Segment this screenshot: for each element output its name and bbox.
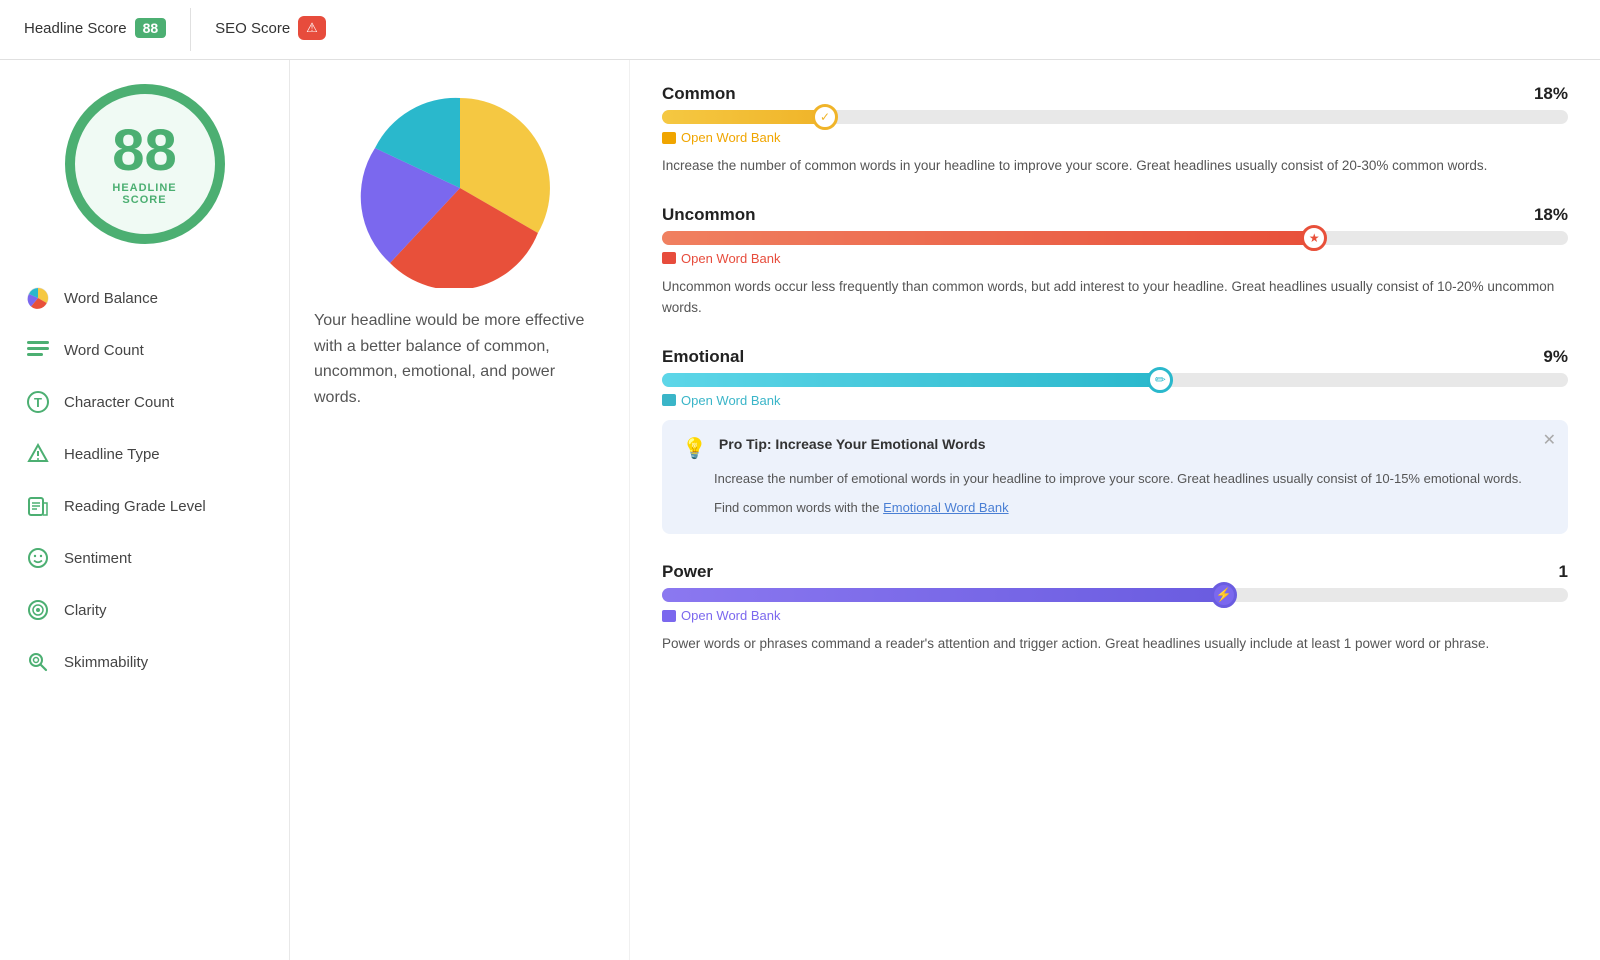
score-circle-container: 88 HEADLINESCORE	[0, 84, 289, 244]
emotional-title: Emotional	[662, 347, 744, 367]
pro-tip-link-text: Find common words with the Emotional Wor…	[714, 498, 1548, 519]
common-progress-bar: ✓	[662, 110, 1568, 124]
common-pct: 18%	[1534, 84, 1568, 104]
sidebar-label-word-balance: Word Balance	[64, 290, 158, 307]
word-section-power: Power 1 ⚡ Open Word Bank Power words or …	[662, 562, 1568, 655]
common-progress-thumb: ✓	[812, 104, 838, 130]
common-word-bank-link[interactable]: Open Word Bank	[662, 130, 1568, 145]
pro-tip-icon: 💡	[682, 436, 707, 461]
sidebar: 88 HEADLINESCORE Word Balance	[0, 60, 290, 960]
common-progress-fill	[662, 110, 825, 124]
power-bank-icon	[662, 610, 676, 622]
common-header: Common 18%	[662, 84, 1568, 104]
emotional-progress-thumb: ✏	[1147, 367, 1173, 393]
emotional-bank-label: Open Word Bank	[681, 393, 780, 408]
uncommon-description: Uncommon words occur less frequently tha…	[662, 276, 1568, 319]
emotional-progress-fill	[662, 373, 1160, 387]
pro-tip-body-text: Increase the number of emotional words i…	[714, 469, 1548, 490]
character-count-icon: T	[24, 388, 52, 416]
power-progress-thumb: ⚡	[1211, 582, 1237, 608]
tab-headline-label: Headline Score	[24, 20, 127, 37]
sidebar-item-skimmability[interactable]: Skimmability	[0, 636, 289, 688]
word-section-emotional: Emotional 9% ✏ Open Word Bank ✕ 💡 Pro T	[662, 347, 1568, 535]
score-number: 88	[112, 122, 177, 180]
emotional-progress-bar: ✏	[662, 373, 1568, 387]
tab-headline[interactable]: Headline Score 88	[0, 0, 190, 59]
headline-score-badge: 88	[135, 18, 167, 38]
pro-tip-box: ✕ 💡 Pro Tip: Increase Your Emotional Wor…	[662, 420, 1568, 535]
svg-text:T: T	[34, 395, 42, 410]
sidebar-item-character-count[interactable]: T Character Count	[0, 376, 289, 428]
sidebar-label-headline-type: Headline Type	[64, 446, 160, 463]
sidebar-item-reading-grade[interactable]: Reading Grade Level	[0, 480, 289, 532]
common-bank-label: Open Word Bank	[681, 130, 780, 145]
power-description: Power words or phrases command a reader'…	[662, 633, 1568, 655]
uncommon-header: Uncommon 18%	[662, 205, 1568, 225]
word-balance-icon	[24, 284, 52, 312]
sidebar-label-reading-grade: Reading Grade Level	[64, 498, 206, 515]
uncommon-pct: 18%	[1534, 205, 1568, 225]
seo-alert-badge: ⚠	[298, 16, 326, 40]
emotional-header: Emotional 9%	[662, 347, 1568, 367]
right-panel: Common 18% ✓ Open Word Bank Increase the…	[630, 60, 1600, 960]
power-header: Power 1	[662, 562, 1568, 582]
power-word-bank-link[interactable]: Open Word Bank	[662, 608, 1568, 623]
tab-seo[interactable]: SEO Score ⚠	[191, 0, 350, 59]
pie-chart-container	[314, 88, 605, 288]
sidebar-label-word-count: Word Count	[64, 342, 144, 359]
sidebar-label-character-count: Character Count	[64, 394, 174, 411]
sidebar-item-headline-type[interactable]: Headline Type	[0, 428, 289, 480]
word-count-icon	[24, 336, 52, 364]
sidebar-item-word-balance[interactable]: Word Balance	[0, 272, 289, 324]
sidebar-item-clarity[interactable]: Clarity	[0, 584, 289, 636]
power-title: Power	[662, 562, 713, 582]
sidebar-label-sentiment: Sentiment	[64, 550, 132, 567]
tabs-container: Headline Score 88 SEO Score ⚠	[0, 0, 1600, 60]
score-circle: 88 HEADLINESCORE	[65, 84, 225, 244]
emotional-pct: 9%	[1543, 347, 1568, 367]
power-progress-bar: ⚡	[662, 588, 1568, 602]
emotional-word-bank-link[interactable]: Open Word Bank	[662, 393, 1568, 408]
pro-tip-header: 💡 Pro Tip: Increase Your Emotional Words	[682, 436, 1548, 461]
left-panel-description: Your headline would be more effective wi…	[314, 308, 605, 410]
common-description: Increase the number of common words in y…	[662, 155, 1568, 177]
score-label: HEADLINESCORE	[112, 182, 176, 206]
sidebar-item-sentiment[interactable]: Sentiment	[0, 532, 289, 584]
pro-tip-emotional-bank-link[interactable]: Emotional Word Bank	[883, 500, 1009, 515]
power-progress-fill	[662, 588, 1224, 602]
sentiment-icon	[24, 544, 52, 572]
headline-type-icon	[24, 440, 52, 468]
uncommon-progress-bar: ★	[662, 231, 1568, 245]
content-area: Your headline would be more effective wi…	[290, 60, 1600, 960]
word-section-uncommon: Uncommon 18% ★ Open Word Bank Uncommon w…	[662, 205, 1568, 319]
sidebar-label-skimmability: Skimmability	[64, 654, 148, 671]
uncommon-progress-thumb: ★	[1301, 225, 1327, 251]
pro-tip-title: Pro Tip: Increase Your Emotional Words	[719, 436, 986, 452]
main-container: 88 HEADLINESCORE Word Balance	[0, 60, 1600, 960]
uncommon-word-bank-link[interactable]: Open Word Bank	[662, 251, 1568, 266]
common-title: Common	[662, 84, 736, 104]
word-section-common: Common 18% ✓ Open Word Bank Increase the…	[662, 84, 1568, 177]
sidebar-label-clarity: Clarity	[64, 602, 107, 619]
power-pct: 1	[1559, 562, 1568, 582]
emotional-bank-icon	[662, 394, 676, 406]
pie-chart	[360, 88, 560, 288]
pro-tip-link-prefix: Find common words with the	[714, 500, 883, 515]
reading-grade-icon	[24, 492, 52, 520]
pro-tip-close-button[interactable]: ✕	[1543, 430, 1556, 450]
power-bank-label: Open Word Bank	[681, 608, 780, 623]
left-panel: Your headline would be more effective wi…	[290, 60, 630, 960]
common-bank-icon	[662, 132, 676, 144]
uncommon-progress-fill	[662, 231, 1314, 245]
sidebar-item-word-count[interactable]: Word Count	[0, 324, 289, 376]
uncommon-title: Uncommon	[662, 205, 756, 225]
uncommon-bank-icon	[662, 252, 676, 264]
tab-seo-label: SEO Score	[215, 20, 290, 37]
skimmability-icon	[24, 648, 52, 676]
clarity-icon	[24, 596, 52, 624]
uncommon-bank-label: Open Word Bank	[681, 251, 780, 266]
